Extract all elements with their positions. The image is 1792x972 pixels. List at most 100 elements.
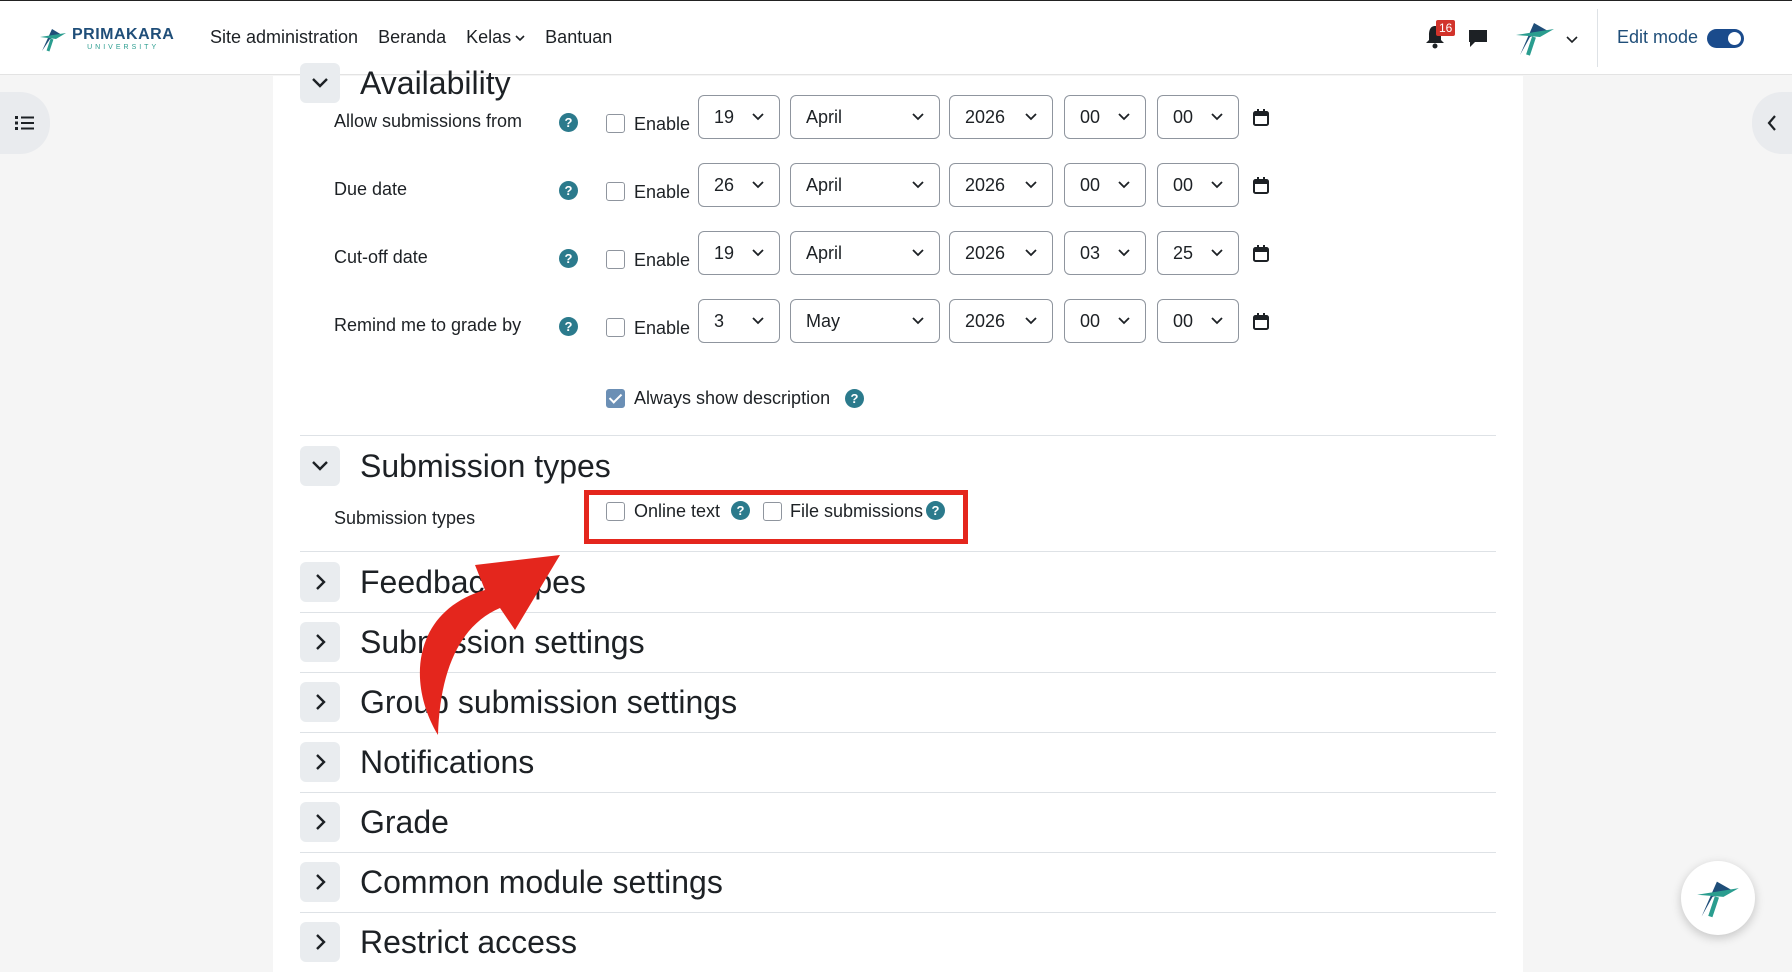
chevron-down-icon: [1025, 181, 1037, 189]
day-select-value: 3: [714, 311, 725, 331]
minute-select[interactable]: 25: [1157, 231, 1239, 275]
calendar-icon[interactable]: [1253, 109, 1269, 126]
nav-bantuan[interactable]: Bantuan: [545, 27, 612, 48]
minute-select[interactable]: 00: [1157, 299, 1239, 343]
date-row-label: Remind me to grade by: [334, 315, 522, 335]
year-select[interactable]: 2026: [949, 231, 1053, 275]
section-divider: [300, 551, 1496, 552]
section-divider: [300, 912, 1496, 913]
logo-mark-icon: [40, 29, 66, 52]
hour-select[interactable]: 00: [1064, 95, 1146, 139]
help-icon[interactable]: ?: [559, 181, 578, 200]
help-icon[interactable]: ?: [559, 317, 578, 336]
common-module-settings-header[interactable]: Common module settings: [300, 862, 723, 902]
month-select-value: April: [806, 175, 843, 195]
month-select-value: April: [806, 107, 843, 127]
submission-settings-expand-button[interactable]: [300, 622, 340, 662]
chevron-right-icon: [316, 814, 326, 830]
chevron-right-icon: [316, 754, 326, 770]
submission-types-header[interactable]: Submission types: [300, 446, 611, 486]
month-select[interactable]: April: [790, 231, 940, 275]
always-show-description-checkbox[interactable]: [606, 389, 625, 408]
always-show-description-label: Always show description: [634, 388, 831, 408]
enable-checkbox[interactable]: [606, 114, 625, 133]
month-select-value: May: [806, 311, 841, 331]
section-divider: [300, 792, 1496, 793]
month-select[interactable]: April: [790, 163, 940, 207]
message-drawer-icon[interactable]: [1467, 28, 1489, 48]
common-module-settings-expand-button[interactable]: [300, 862, 340, 902]
grade-title: Grade: [360, 803, 449, 840]
hour-select[interactable]: 03: [1064, 231, 1146, 275]
calendar-icon[interactable]: [1253, 177, 1269, 194]
availability-header[interactable]: Availability: [300, 63, 511, 103]
minute-select-value: 00: [1173, 107, 1194, 127]
help-icon[interactable]: ?: [559, 249, 578, 268]
edit-mode-toggle[interactable]: [1707, 29, 1744, 48]
nav-beranda[interactable]: Beranda: [378, 27, 446, 48]
list-icon: [15, 116, 34, 130]
notifications-header[interactable]: Notifications: [300, 742, 534, 782]
restrict-access-header[interactable]: Restrict access: [300, 922, 577, 962]
common-module-settings-title: Common module settings: [360, 863, 723, 900]
chevron-right-icon: [316, 574, 326, 590]
submission-types-row-label: Submission types: [334, 508, 476, 528]
minute-select[interactable]: 00: [1157, 163, 1239, 207]
day-select-value: 26: [714, 175, 735, 195]
nav-kelas[interactable]: Kelas: [466, 27, 525, 48]
chevron-down-icon: [1211, 249, 1223, 257]
minute-select-value: 00: [1173, 311, 1194, 331]
help-icon[interactable]: ?: [559, 113, 578, 132]
submission-types-collapse-button[interactable]: [300, 446, 340, 486]
block-drawer-button[interactable]: [1752, 92, 1792, 154]
course-index-drawer-button[interactable]: [0, 92, 50, 154]
enable-checkbox[interactable]: [606, 182, 625, 201]
group-submission-settings-header[interactable]: Group submission settings: [300, 682, 737, 722]
chevron-down-icon: [1118, 113, 1130, 121]
grade-expand-button[interactable]: [300, 802, 340, 842]
year-select-value: 2026: [965, 175, 1006, 195]
feedback-types-header[interactable]: Feedback types: [300, 562, 586, 602]
user-menu-chevron-icon[interactable]: [1566, 34, 1578, 44]
feedback-types-expand-button[interactable]: [300, 562, 340, 602]
help-icon[interactable]: ?: [845, 389, 864, 408]
chat-assistant-button[interactable]: [1681, 861, 1755, 935]
grade-header[interactable]: Grade: [300, 802, 449, 842]
calendar-icon[interactable]: [1253, 245, 1269, 262]
section-divider: [300, 852, 1496, 853]
month-select[interactable]: May: [790, 299, 940, 343]
availability-collapse-button[interactable]: [300, 63, 340, 103]
user-avatar-icon[interactable]: [1514, 17, 1556, 59]
group-submission-settings-expand-button[interactable]: [300, 682, 340, 722]
month-select[interactable]: April: [790, 95, 940, 139]
chevron-down-icon: [752, 317, 764, 325]
hour-select[interactable]: 00: [1064, 299, 1146, 343]
hour-select[interactable]: 00: [1064, 163, 1146, 207]
primakara-logo[interactable]: PRIMAKARA UNIVERSITY: [38, 25, 174, 53]
section-divider: [300, 732, 1496, 733]
enable-label: Enable: [634, 250, 691, 270]
submission-settings-title: Submission settings: [360, 623, 645, 660]
enable-checkbox[interactable]: [606, 250, 625, 269]
day-select[interactable]: 19: [698, 95, 780, 139]
nav-site-administration[interactable]: Site administration: [210, 27, 358, 48]
submission-settings-header[interactable]: Submission settings: [300, 622, 645, 662]
calendar-icon[interactable]: [1253, 313, 1269, 330]
highlight-box: [584, 490, 968, 544]
chevron-down-icon: [1025, 249, 1037, 257]
restrict-access-expand-button[interactable]: [300, 922, 340, 962]
day-select[interactable]: 3: [698, 299, 780, 343]
notifications-expand-button[interactable]: [300, 742, 340, 782]
year-select[interactable]: 2026: [949, 163, 1053, 207]
section-divider: [300, 672, 1496, 673]
year-select[interactable]: 2026: [949, 95, 1053, 139]
day-select[interactable]: 19: [698, 231, 780, 275]
section-divider: [300, 612, 1496, 613]
enable-checkbox[interactable]: [606, 318, 625, 337]
chevron-down-icon: [912, 317, 924, 325]
year-select[interactable]: 2026: [949, 299, 1053, 343]
minute-select[interactable]: 00: [1157, 95, 1239, 139]
chevron-right-icon: [316, 874, 326, 890]
hour-select-value: 00: [1080, 311, 1101, 331]
day-select[interactable]: 26: [698, 163, 780, 207]
